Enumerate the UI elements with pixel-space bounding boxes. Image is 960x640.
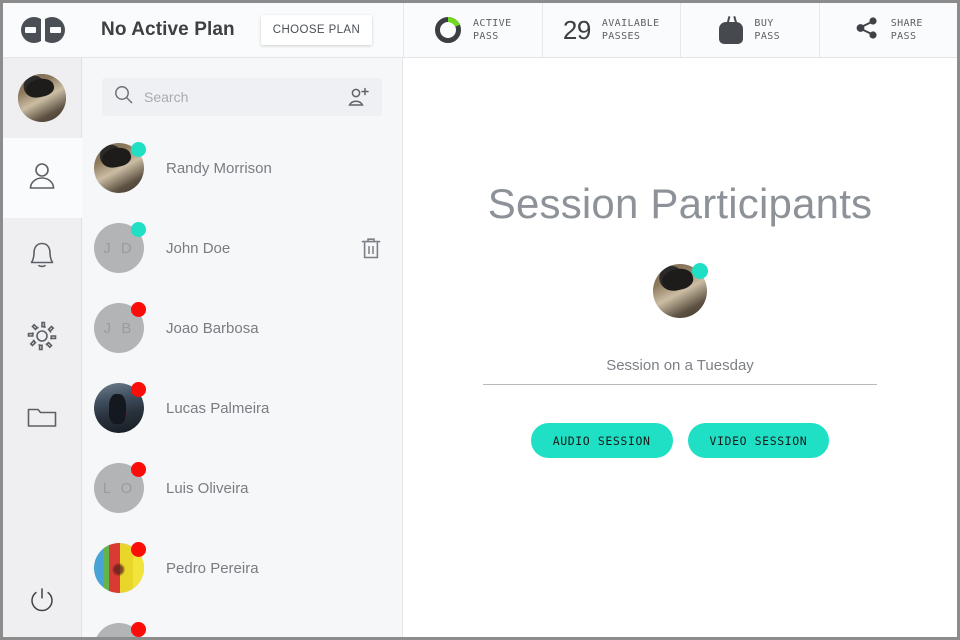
avatar: J D [94,222,146,273]
avatar [94,142,146,193]
contact-name: Lucas Palmeira [166,399,270,417]
avatar: J B [94,302,146,353]
status-badge [692,263,708,279]
search-icon [114,85,133,109]
list-item[interactable]: Pedro Pereira [82,528,402,608]
contact-name: Randy Morrison [166,159,272,177]
status-badge [131,542,146,557]
participant-strip [653,263,708,318]
avatar [94,382,146,433]
avatar-initials: L O [102,479,136,497]
avatar [94,542,146,593]
sidebar-item-profile[interactable] [3,58,82,138]
list-item[interactable]: J D John Doe [82,208,402,288]
contact-name: Joao Barbosa [166,319,259,337]
list-item[interactable] [82,608,402,637]
plan-title: No Active Plan [101,19,235,40]
contact-name: Pedro Pereira [166,559,259,577]
progress-ring-icon [434,16,462,44]
contact-name: Luis Oliveira [166,479,249,497]
active-pass-label: ACTIVE PASS [472,18,512,42]
avatar-initials: J D [103,239,135,257]
available-passes-item[interactable]: 29 AVAILABLE PASSES [541,3,681,57]
share-pass-item[interactable]: SHARE PASS [818,3,958,57]
sidebar-item-files[interactable] [3,378,82,458]
contact-rows: Randy Morrison J D John Doe J B Joao Bar… [82,128,402,637]
sidebar-item-settings[interactable] [3,298,82,378]
avatar [94,622,146,637]
avatar: L O [94,462,146,513]
status-badge [131,302,146,317]
main-panel: Session Participants AUDIO SESSION VIDEO… [403,58,957,637]
search-bar[interactable] [102,78,382,116]
top-header: No Active Plan CHOOSE PLAN ACTIVE PASS 2… [3,3,957,58]
list-item[interactable]: J B Joao Barbosa [82,288,402,368]
session-name-field[interactable] [483,357,877,385]
share-pass-label: SHARE PASS [890,18,923,42]
sidebar-item-notifications[interactable] [3,218,82,298]
list-item[interactable]: Randy Morrison [82,128,402,208]
tv-icon [719,16,744,44]
status-badge [131,142,146,157]
add-user-icon[interactable] [348,86,370,108]
available-passes-count: 29 [562,14,591,45]
trash-icon[interactable] [360,236,382,260]
status-badge [131,222,146,237]
sidebar-item-contacts[interactable] [3,138,82,218]
search-input[interactable] [144,89,348,105]
avatar-initials: J B [103,319,135,337]
audio-session-button[interactable]: AUDIO SESSION [530,423,673,458]
plan-section: No Active Plan CHOOSE PLAN [83,3,403,57]
buy-pass-item[interactable]: BUY PASS [680,3,819,57]
sidebar-item-logout[interactable] [3,567,82,637]
app-window: No Active Plan CHOOSE PLAN ACTIVE PASS 2… [0,0,960,640]
bell-icon [26,239,58,278]
contact-name: John Doe [166,239,231,257]
gear-icon [25,319,59,358]
available-passes-label: AVAILABLE PASSES [601,18,660,42]
video-session-button[interactable]: VIDEO SESSION [687,423,830,458]
power-icon [27,585,57,620]
app-logo[interactable] [3,3,83,57]
chain-link-logo-icon [21,17,65,43]
person-icon [25,159,59,198]
folder-icon [25,401,59,436]
list-item[interactable]: L O Luis Oliveira [82,448,402,528]
contact-list-panel: Randy Morrison J D John Doe [82,58,403,637]
active-pass-item[interactable]: ACTIVE PASS [403,3,542,57]
buy-pass-label: BUY PASS [754,18,781,42]
list-item[interactable]: Lucas Palmeira [82,368,402,448]
share-icon [854,16,880,45]
status-badge [131,622,146,637]
user-avatar-photo-icon [18,74,66,122]
session-name-input[interactable] [483,357,877,374]
session-actions: AUDIO SESSION VIDEO SESSION [530,423,830,458]
page-title: Session Participants [487,180,873,227]
status-badge [131,462,146,477]
choose-plan-button[interactable]: CHOOSE PLAN [260,15,373,45]
participant-avatar[interactable] [653,263,708,318]
left-nav-rail [3,58,82,637]
status-badge [131,382,146,397]
